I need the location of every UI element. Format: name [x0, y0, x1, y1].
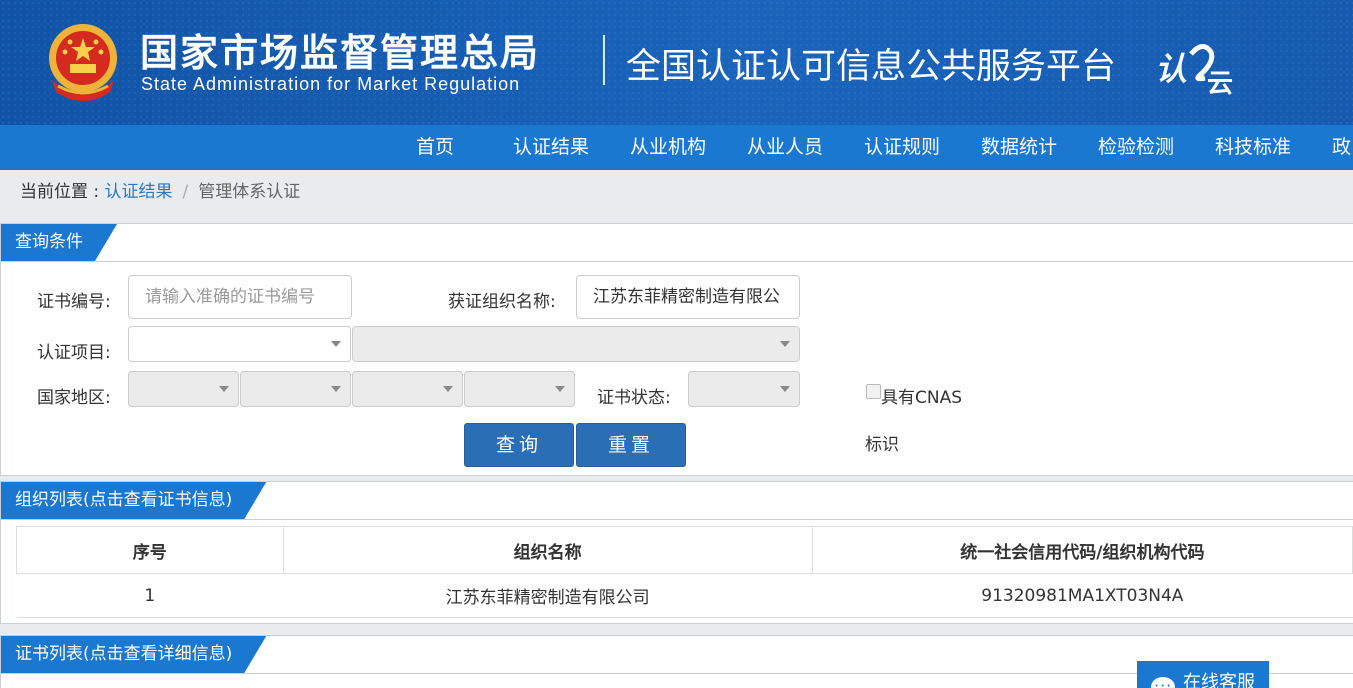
nav-item-statistics[interactable]: 数据统计 — [981, 125, 1057, 170]
breadcrumb-link-cert-results[interactable]: 认证结果 — [105, 182, 173, 202]
platform-title: 全国认证认可信息公共服务平台 — [626, 47, 1117, 87]
cert-no-label: 证书编号: — [37, 292, 111, 312]
chevron-down-icon — [331, 386, 341, 392]
platform-logo: 认 云 — [1155, 44, 1233, 96]
col-header-index: 序号 — [16, 526, 284, 574]
nav-item-cert-results[interactable]: 认证结果 — [513, 125, 589, 170]
breadcrumb-label: 当前位置 : — [20, 182, 105, 202]
logo-char-1: 认 — [1155, 50, 1187, 88]
query-panel-header: 查询条件 — [1, 224, 1353, 262]
cell-credit-code: 91320981MA1XT03N4A — [812, 573, 1353, 618]
col-header-org-name: 组织名称 — [282, 526, 813, 574]
table-header-row: 序号 组织名称 统一社会信用代码/组织机构代码 — [16, 526, 1353, 574]
region-select-city[interactable] — [352, 371, 463, 407]
chevron-down-icon — [780, 386, 790, 392]
cnas-checkbox[interactable] — [866, 384, 881, 399]
chevron-down-icon — [219, 386, 229, 392]
agency-name-cn: 国家市场监督管理总局 — [140, 31, 541, 75]
region-select-province[interactable] — [240, 371, 351, 407]
cert-no-input[interactable]: 请输入准确的证书编号 — [128, 275, 352, 319]
logo-char-2: 云 — [1207, 69, 1233, 96]
cert-project-label: 认证项目: — [37, 343, 111, 363]
cert-subproject-select[interactable] — [352, 326, 800, 362]
reset-button[interactable]: 重置 — [576, 423, 686, 467]
nav-item-personnel[interactable]: 从业人员 — [747, 125, 823, 170]
breadcrumb-separator: / — [182, 182, 189, 202]
header-divider — [603, 35, 605, 85]
nav-item-inspection[interactable]: 检验检测 — [1098, 125, 1174, 170]
chevron-down-icon — [331, 341, 341, 347]
org-list-panel: 组织列表(点击查看证书信息) 序号 组织名称 统一社会信用代码/组织机构代码 1… — [0, 481, 1353, 624]
cert-list-panel-title: 证书列表(点击查看详细信息) — [1, 636, 266, 673]
org-table: 序号 组织名称 统一社会信用代码/组织机构代码 1 江苏东菲精密制造有限公司 9… — [16, 526, 1353, 618]
org-name-label: 获证组织名称: — [448, 292, 556, 312]
breadcrumb: 当前位置 : 认证结果 / 管理体系认证 — [0, 170, 1353, 215]
col-header-credit-code: 统一社会信用代码/组织机构代码 — [811, 526, 1353, 574]
search-button[interactable]: 查询 — [464, 423, 574, 467]
org-name-input[interactable]: 江苏东菲精密制造有限公 — [576, 275, 800, 319]
nav-item-policy[interactable]: 政 — [1332, 125, 1351, 170]
online-service-button[interactable]: 在线客服 — [1137, 661, 1269, 688]
org-list-panel-title: 组织列表(点击查看证书信息) — [1, 482, 266, 519]
cert-project-select[interactable] — [128, 326, 351, 362]
table-row[interactable]: 1 江苏东菲精密制造有限公司 91320981MA1XT03N4A — [16, 573, 1353, 618]
query-panel-title: 查询条件 — [1, 224, 117, 261]
chevron-down-icon — [555, 386, 565, 392]
cert-status-select[interactable] — [688, 371, 800, 407]
nav-item-standards[interactable]: 科技标准 — [1215, 125, 1291, 170]
online-service-label: 在线客服 — [1183, 672, 1255, 688]
main-nav: 首页 认证结果 从业机构 从业人员 认证规则 数据统计 检验检测 科技标准 政 — [0, 125, 1353, 170]
chat-bubble-icon — [1151, 664, 1175, 688]
chevron-down-icon — [443, 386, 453, 392]
region-select-country[interactable] — [128, 371, 239, 407]
national-emblem-icon — [49, 24, 117, 101]
nav-item-institutions[interactable]: 从业机构 — [630, 125, 706, 170]
cnas-label: 具有CNAS — [881, 388, 963, 408]
cert-status-label: 证书状态: — [597, 388, 671, 408]
cell-org-name[interactable]: 江苏东菲精密制造有限公司 — [283, 573, 813, 618]
region-select-district[interactable] — [464, 371, 575, 407]
agency-name-en: State Administration for Market Regulati… — [141, 74, 521, 94]
nav-item-home[interactable]: 首页 — [416, 125, 454, 170]
site-header: 国家市场监督管理总局 State Administration for Mark… — [0, 0, 1353, 125]
nav-item-cert-rules[interactable]: 认证规则 — [864, 125, 940, 170]
chevron-down-icon — [780, 341, 790, 347]
cnas-label-line2: 标识 — [865, 435, 899, 455]
query-panel: 查询条件 证书编号: 请输入准确的证书编号 获证组织名称: 江苏东菲精密制造有限… — [0, 223, 1353, 476]
region-label: 国家地区: — [37, 388, 111, 408]
breadcrumb-current: 管理体系认证 — [198, 182, 301, 202]
cell-index: 1 — [16, 573, 283, 618]
org-list-panel-header: 组织列表(点击查看证书信息) — [1, 482, 1353, 520]
